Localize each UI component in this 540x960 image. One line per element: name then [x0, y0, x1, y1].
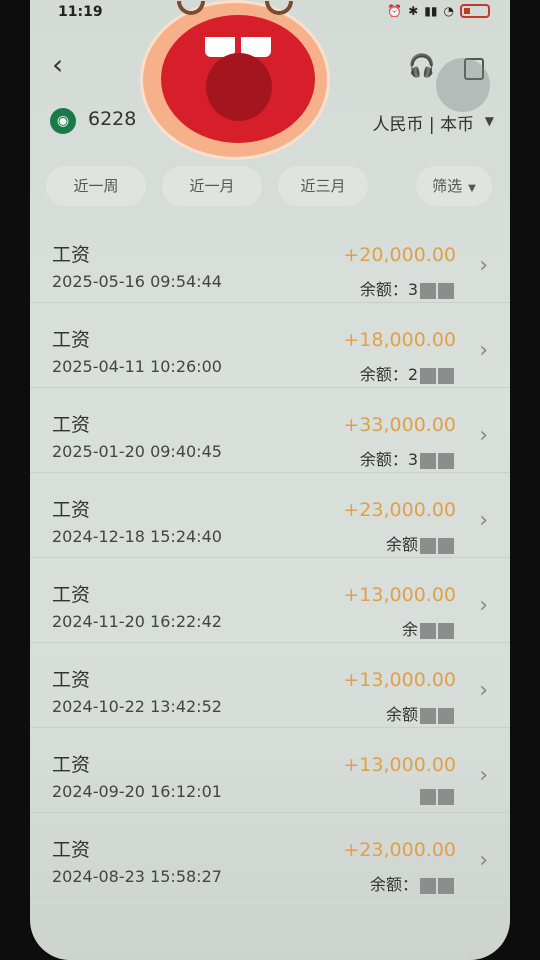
signal-icon: ▮▮: [424, 4, 438, 18]
transaction-amount: +20,000.00: [343, 244, 456, 266]
transaction-title: 工资: [52, 754, 91, 776]
list-item[interactable]: 工资 2025-01-20 09:40:45 +33,000.00 余额：3 ›: [30, 388, 510, 473]
list-item[interactable]: 工资 2025-05-16 09:54:44 +20,000.00 余额：3 ›: [30, 218, 510, 303]
filter-more-button[interactable]: 筛选 ▼: [416, 166, 492, 206]
balance-label: 余额：3: [359, 450, 418, 469]
privacy-mask: [438, 877, 454, 894]
caret-down-icon[interactable]: ▼: [485, 114, 494, 128]
status-time: 11:19: [58, 4, 103, 20]
filter-more-label: 筛选: [432, 177, 463, 195]
filter-bar: 近一周 近一月 近三月 筛选 ▼: [30, 166, 510, 206]
balance-label: 余: [401, 620, 418, 639]
transaction-balance: 余额：3: [360, 276, 454, 300]
transaction-date: 2025-01-20 09:40:45: [52, 442, 222, 461]
privacy-mask: [420, 622, 436, 639]
filter-month-chip[interactable]: 近一月: [162, 166, 262, 206]
chevron-right-icon: ›: [479, 593, 488, 618]
transaction-amount: +33,000.00: [343, 414, 456, 436]
filter-quarter-chip[interactable]: 近三月: [278, 166, 368, 206]
filter-quarter-label: 近三月: [300, 177, 346, 195]
privacy-mask: [420, 282, 436, 299]
phone-screen: 11:19 ⏰ ✱ ▮▮ ◔ ‹ 🎧 ◉ 6228 人民币 | 本币 ▼ 近一周: [30, 0, 510, 960]
currency-selector[interactable]: 人民币 | 本币: [372, 110, 474, 135]
transaction-title: 工资: [52, 839, 91, 861]
bluetooth-icon: ✱: [408, 4, 419, 18]
headset-icon[interactable]: 🎧: [408, 54, 436, 82]
transaction-balance: 余额: [386, 531, 454, 555]
list-item[interactable]: 工资 2024-09-20 16:12:01 +13,000.00 ›: [30, 728, 510, 813]
transaction-date: 2024-09-20 16:12:01: [52, 782, 222, 801]
chevron-right-icon: ›: [479, 678, 488, 703]
filter-week-label: 近一周: [73, 177, 119, 195]
balance-label: 余额: [385, 535, 418, 554]
account-number: 6228: [88, 108, 137, 130]
wifi-icon: ◔: [443, 4, 454, 18]
privacy-mask: [438, 537, 454, 554]
list-item[interactable]: 工资 2024-12-18 15:24:40 +23,000.00 余额 ›: [30, 473, 510, 558]
transaction-date: 2025-05-16 09:54:44: [52, 272, 222, 291]
privacy-mask: [420, 537, 436, 554]
transaction-amount: +23,000.00: [343, 499, 456, 521]
battery-icon: [460, 4, 490, 18]
privacy-mask: [420, 707, 436, 724]
privacy-mask: [438, 452, 454, 469]
chevron-right-icon: ›: [479, 338, 488, 363]
transaction-list: 工资 2025-05-16 09:54:44 +20,000.00 余额：3 ›…: [30, 218, 510, 898]
balance-label: 余额：2: [359, 365, 418, 384]
chevron-right-icon: ›: [479, 508, 488, 533]
transaction-date: 2025-04-11 10:26:00: [52, 357, 222, 376]
privacy-mask: [420, 452, 436, 469]
transaction-balance: [418, 786, 454, 805]
list-item[interactable]: 工资 2024-10-22 13:42:52 +13,000.00 余额 ›: [30, 643, 510, 728]
transaction-title: 工资: [52, 499, 91, 521]
chevron-right-icon: ›: [479, 763, 488, 788]
privacy-mask: [438, 788, 454, 805]
transaction-title: 工资: [52, 329, 91, 351]
transaction-balance: 余额：2: [360, 361, 454, 385]
privacy-mask: [438, 707, 454, 724]
balance-label: 余额：3: [359, 280, 418, 299]
status-icons: ⏰ ✱ ▮▮ ◔: [387, 4, 490, 18]
transaction-date: 2024-10-22 13:42:52: [52, 697, 222, 716]
privacy-mask: [420, 877, 436, 894]
list-item[interactable]: 工资 2024-08-23 15:58:27 +23,000.00 余额： ›: [30, 813, 510, 898]
privacy-mask: [420, 788, 436, 805]
transaction-balance: 余: [402, 616, 454, 640]
transaction-amount: +13,000.00: [343, 584, 456, 606]
transaction-amount: +18,000.00: [343, 329, 456, 351]
transaction-balance: 余额: [386, 701, 454, 725]
filter-week-chip[interactable]: 近一周: [46, 166, 146, 206]
alarm-icon: ⏰: [387, 4, 403, 18]
transaction-amount: +13,000.00: [343, 754, 456, 776]
transaction-amount: +13,000.00: [343, 669, 456, 691]
transaction-title: 工资: [52, 414, 91, 436]
transaction-title: 工资: [52, 669, 91, 691]
back-icon[interactable]: ‹: [52, 51, 74, 79]
chevron-right-icon: ›: [479, 848, 488, 873]
balance-label: 余额: [385, 705, 418, 724]
transaction-date: 2024-12-18 15:24:40: [52, 527, 222, 546]
transaction-title: 工资: [52, 244, 91, 266]
filter-month-label: 近一月: [189, 177, 235, 195]
balance-label: 余额：: [369, 875, 418, 894]
transaction-balance: 余额：: [370, 871, 454, 895]
privacy-mask: [438, 622, 454, 639]
transaction-title: 工资: [52, 584, 91, 606]
transaction-amount: +23,000.00: [343, 839, 456, 861]
privacy-mask: [420, 367, 436, 384]
account-row: ◉ 6228 人民币 | 本币 ▼: [30, 104, 510, 140]
transaction-balance: 余额：3: [360, 446, 454, 470]
caret-down-icon: ▼: [468, 183, 476, 194]
transaction-date: 2024-08-23 15:58:27: [52, 867, 222, 886]
transaction-date: 2024-11-20 16:22:42: [52, 612, 222, 631]
list-item[interactable]: 工资 2025-04-11 10:26:00 +18,000.00 余额：2 ›: [30, 303, 510, 388]
privacy-mask: [438, 282, 454, 299]
privacy-mask: [438, 367, 454, 384]
emoji-left-eye: [177, 1, 205, 15]
bank-logo-icon: ◉: [50, 108, 76, 134]
chevron-right-icon: ›: [479, 253, 488, 278]
chevron-right-icon: ›: [479, 423, 488, 448]
list-item[interactable]: 工资 2024-11-20 16:22:42 +13,000.00 余 ›: [30, 558, 510, 643]
